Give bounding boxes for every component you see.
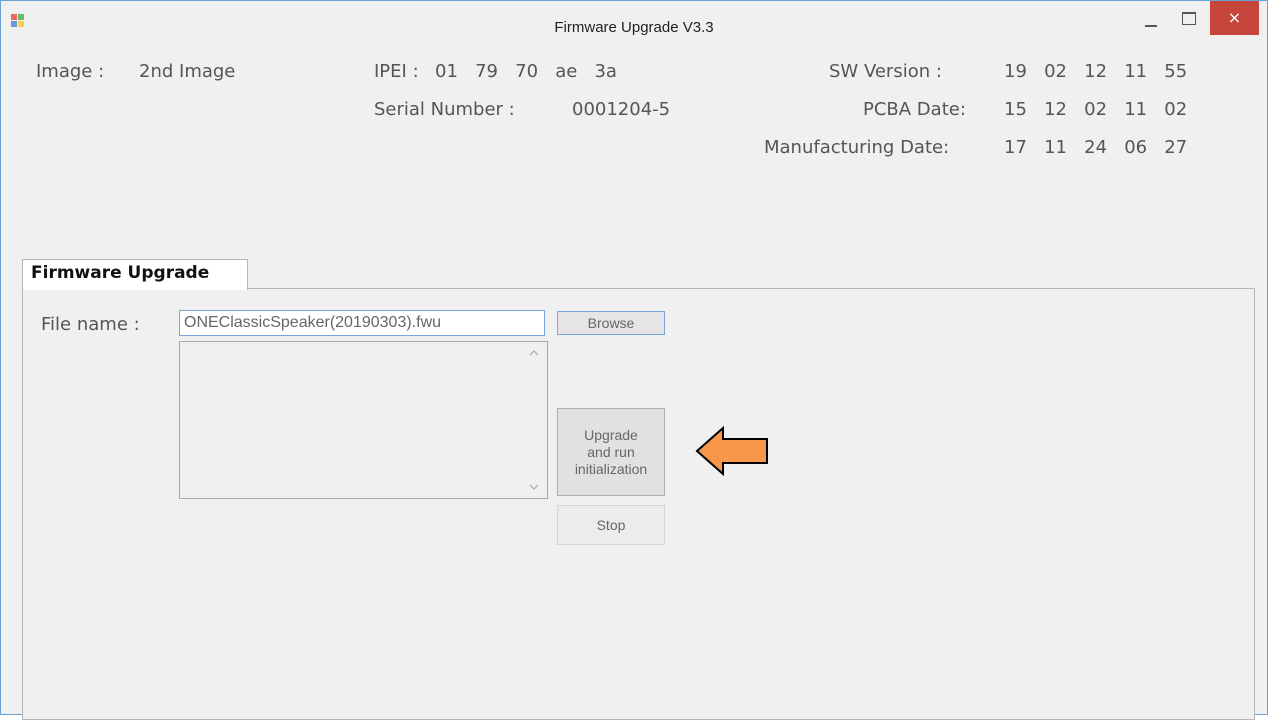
manufacturing-date-label: Manufacturing Date: <box>764 137 950 158</box>
image-label: Image : <box>36 61 105 82</box>
left-arrow-annotation-icon <box>695 426 768 476</box>
close-icon: × <box>1227 8 1242 27</box>
scroll-up-icon[interactable] <box>529 346 539 360</box>
minimize-icon <box>1145 25 1157 27</box>
log-textarea[interactable] <box>179 341 548 499</box>
manufacturing-date-value: 17 11 24 06 27 <box>1004 137 1188 158</box>
upgrade-label-line3: initialization <box>574 461 648 477</box>
title-bar[interactable]: Firmware Upgrade V3.3 × <box>1 1 1267 41</box>
sw-version-value: 19 02 12 11 55 <box>1004 61 1188 82</box>
tab-label: Firmware Upgrade <box>31 263 210 283</box>
close-button[interactable]: × <box>1210 1 1259 35</box>
upgrade-label-line2: and run <box>587 444 635 460</box>
upgrade-and-run-initialization-button[interactable]: Upgrade and run initialization <box>557 408 665 496</box>
upgrade-label-line1: Upgrade <box>584 427 638 443</box>
stop-button[interactable]: Stop <box>557 505 665 545</box>
scroll-down-icon[interactable] <box>529 480 539 494</box>
serial-number-label: Serial Number : <box>374 99 515 120</box>
minimize-button[interactable] <box>1135 1 1169 35</box>
maximize-icon <box>1182 12 1196 25</box>
serial-number-value: 0001204-5 <box>572 99 671 120</box>
file-name-value: ONEClassicSpeaker(20190303).fwu <box>184 314 442 331</box>
maximize-button[interactable] <box>1171 1 1205 35</box>
file-name-input[interactable]: ONEClassicSpeaker(20190303).fwu <box>179 310 545 336</box>
ipei-label: IPEI : <box>374 61 419 82</box>
pcba-date-value: 15 12 02 11 02 <box>1004 99 1188 120</box>
ipei-value: 01 79 70 ae 3a <box>435 61 617 82</box>
browse-button[interactable]: Browse <box>557 311 665 335</box>
image-value: 2nd Image <box>139 61 236 82</box>
app-window: Firmware Upgrade V3.3 × Image : 2nd Imag… <box>0 0 1268 720</box>
window-title: Firmware Upgrade V3.3 <box>554 19 714 36</box>
pcba-date-label: PCBA Date: <box>863 99 966 120</box>
sw-version-label: SW Version : <box>829 61 942 82</box>
file-name-label: File name : <box>41 314 140 335</box>
tab-firmware-upgrade[interactable]: Firmware Upgrade <box>22 259 248 290</box>
